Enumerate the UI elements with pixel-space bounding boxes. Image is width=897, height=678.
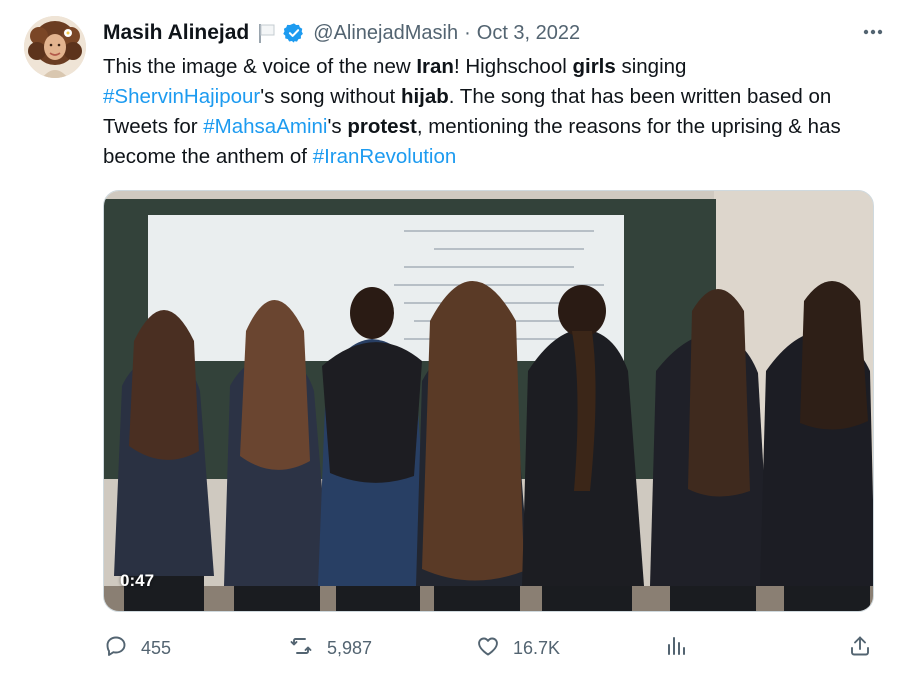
avatar[interactable]	[24, 16, 86, 78]
tweet-text-bold: Iran	[416, 55, 454, 78]
views-button[interactable]	[663, 630, 689, 666]
analytics-icon	[663, 634, 689, 663]
action-bar: 455 5,987 16.7K	[103, 630, 874, 666]
share-icon	[847, 634, 873, 663]
tweet-text: This the image & voice of the new Iran! …	[103, 52, 863, 172]
more-horizontal-icon[interactable]	[861, 22, 885, 47]
tweet-text-segment: This the image & voice of the new	[103, 55, 417, 78]
heart-icon	[475, 634, 501, 663]
tweet-text-segment: 's song without	[260, 85, 401, 108]
like-count: 16.7K	[513, 637, 561, 658]
verified-badge-icon[interactable]	[283, 22, 305, 44]
tweet-text-bold: hijab	[400, 85, 449, 108]
tweet-text-segment: ! Highschool	[453, 55, 573, 78]
retweet-count: 5,987	[327, 637, 373, 658]
tweet-header: Masih Alinejad @AlinejadMasih · Oct 3, 2…	[103, 18, 877, 48]
hashtag-link[interactable]: #IranRevolution	[313, 145, 457, 168]
tweet-text-bold: girls	[572, 55, 616, 78]
author-handle[interactable]: @AlinejadMasih	[313, 22, 458, 45]
retweet-button[interactable]: 5,987	[287, 630, 372, 666]
reply-count: 455	[141, 637, 172, 658]
like-button[interactable]: 16.7K	[475, 630, 560, 666]
tweet-text-segment: 's	[327, 115, 348, 138]
retweet-icon	[287, 634, 315, 663]
share-button[interactable]	[847, 630, 873, 666]
reply-button[interactable]: 455	[103, 630, 171, 666]
author-name[interactable]: Masih Alinejad	[103, 21, 249, 45]
video-duration: 0:47	[120, 571, 155, 590]
tweet-date[interactable]: Oct 3, 2022	[477, 22, 580, 45]
video-player[interactable]: 0:47	[103, 190, 874, 612]
video-thumbnail	[104, 191, 873, 611]
white-flag-icon	[257, 22, 277, 44]
tweet-text-bold: protest	[347, 115, 417, 138]
separator-dot: ·	[464, 21, 471, 44]
hashtag-link[interactable]: #MahsaAmini	[203, 115, 327, 138]
tweet-text-segment: singing	[615, 55, 687, 78]
hashtag-link[interactable]: #ShervinHajipour	[103, 85, 260, 108]
reply-icon	[103, 634, 129, 663]
